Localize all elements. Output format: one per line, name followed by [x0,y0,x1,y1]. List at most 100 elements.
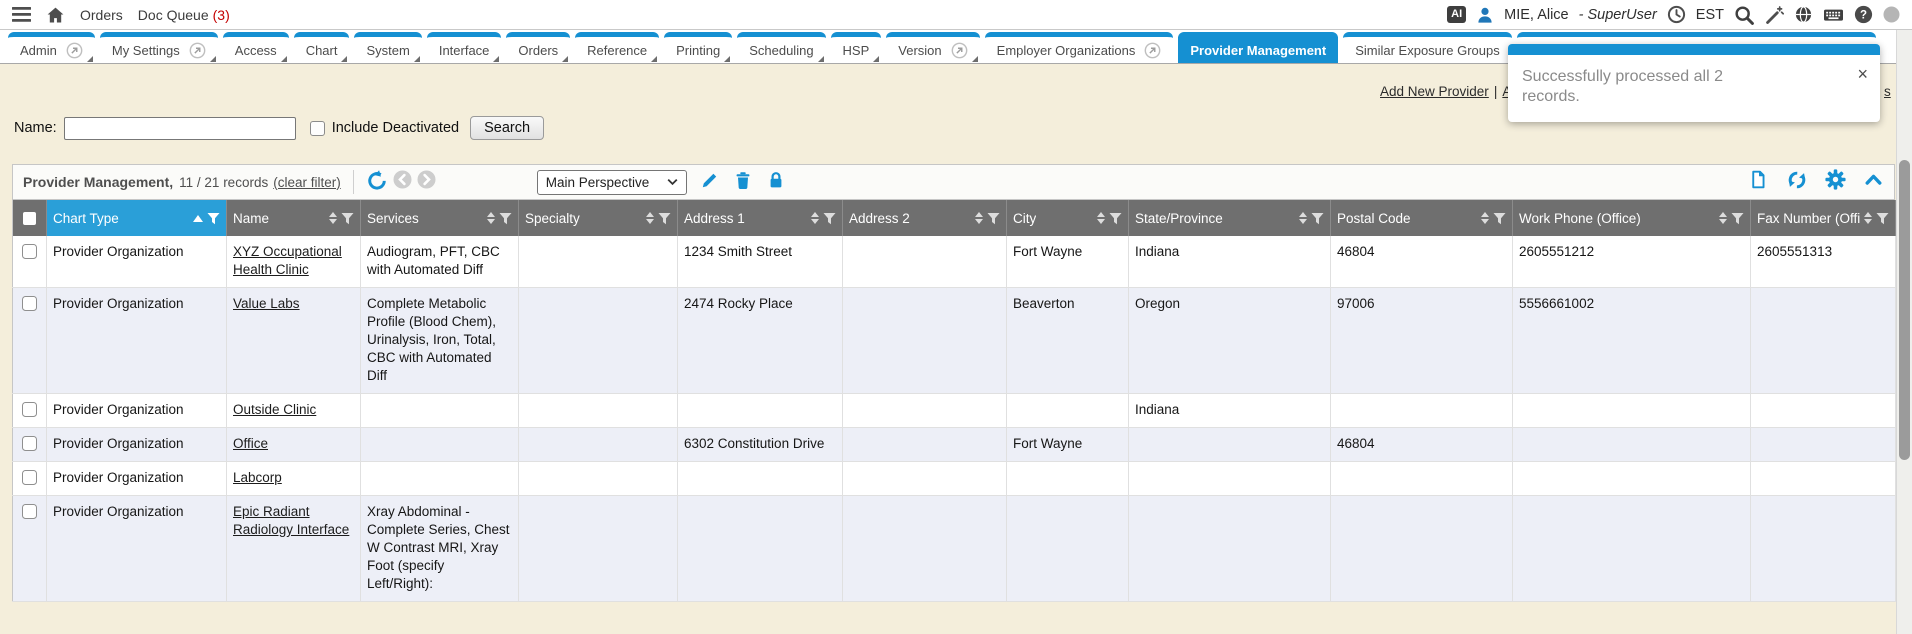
row-checkbox[interactable] [22,296,37,311]
orders-link[interactable]: Orders [80,7,123,23]
row-checkbox[interactable] [22,504,37,519]
help-icon[interactable]: ? [1854,5,1873,24]
provider-name-link[interactable]: Office [233,436,268,451]
next-icon[interactable] [417,170,436,194]
user-name[interactable]: MIE, Alice [1504,7,1568,23]
cell-chart_type: Provider Organization [47,236,227,288]
tab-interface[interactable]: Interface [427,32,502,63]
cell-services [361,394,519,428]
tab-admin[interactable]: Admin [8,32,95,63]
tab-employer-organizations[interactable]: Employer Organizations [985,32,1174,63]
include-deactivated-checkbox[interactable] [310,121,325,136]
name-input[interactable] [64,117,296,140]
tab-printing[interactable]: Printing [664,32,732,63]
search-icon[interactable] [1734,5,1754,25]
add-new-provider-link[interactable]: Add New Provider [1380,84,1489,99]
column-header-checkbox[interactable] [13,200,47,236]
trash-icon[interactable] [733,170,753,195]
column-header-chart_type[interactable]: Chart Type [47,200,227,236]
column-header-state[interactable]: State/Province [1129,200,1331,236]
tab-label: System [366,43,409,58]
new-document-icon[interactable] [1748,169,1769,195]
tab-scheduling[interactable]: Scheduling [737,32,825,63]
row-checkbox[interactable] [22,436,37,451]
cell-city: Fort Wayne [1007,236,1129,288]
clear-filter-link[interactable]: (clear filter) [273,175,341,190]
table-row: Provider OrganizationOffice6302 Constitu… [13,428,1896,462]
column-header-address1[interactable]: Address 1 [678,200,843,236]
select-all-checkbox[interactable] [23,212,36,225]
tab-corner-indicator [493,56,499,62]
doc-queue-link[interactable]: Doc Queue(3) [138,7,230,23]
row-checkbox[interactable] [22,244,37,259]
column-header-work_phone[interactable]: Work Phone (Office) [1513,200,1751,236]
keyboard-icon[interactable] [1823,6,1844,24]
hamburger-menu-icon[interactable] [12,6,31,23]
row-checkbox[interactable] [22,402,37,417]
collapse-chevron-icon[interactable] [1863,169,1884,195]
row-checkbox[interactable] [22,470,37,485]
provider-name-link[interactable]: Epic Radiant Radiology Interface [233,504,349,537]
tab-reference[interactable]: Reference [575,32,659,63]
home-icon[interactable] [46,6,65,24]
close-icon[interactable]: × [1857,67,1868,81]
cell-address2 [843,462,1007,496]
gear-icon[interactable] [1825,169,1846,195]
tab-chart[interactable]: Chart [294,32,350,63]
column-label: Address 1 [684,211,745,226]
tab-corner-indicator [281,56,287,62]
column-header-fax[interactable]: Fax Number (Office) [1751,200,1896,236]
tab-my-settings[interactable]: My Settings [100,32,218,63]
lock-icon[interactable] [766,170,786,195]
column-header-name[interactable]: Name [227,200,361,236]
vertical-scrollbar[interactable] [1896,30,1912,634]
toast-notification: Successfully processed all 2 records. × [1508,44,1880,122]
perspective-select[interactable]: Main Perspective [537,170,687,195]
partial-link-end[interactable]: s [1884,84,1891,99]
prev-icon[interactable] [393,170,412,194]
column-header-specialty[interactable]: Specialty [519,200,678,236]
column-label: Services [367,211,419,226]
column-label: Postal Code [1337,211,1411,226]
cell-state: Oregon [1129,288,1331,394]
tab-version[interactable]: Version [886,32,979,63]
provider-name-link[interactable]: Value Labs [233,296,300,311]
column-label: Work Phone (Office) [1519,211,1641,226]
tab-provider-management[interactable]: Provider Management [1178,32,1338,63]
edit-pencil-icon[interactable] [700,170,720,195]
filter-funnel-icon [1493,212,1506,225]
column-header-postal[interactable]: Postal Code [1331,200,1513,236]
provider-name-link[interactable]: Outside Clinic [233,402,316,417]
column-header-services[interactable]: Services [361,200,519,236]
cell-checkbox [13,288,47,394]
cell-postal [1331,496,1513,602]
column-header-address2[interactable]: Address 2 [843,200,1007,236]
filter-funnel-icon [823,212,836,225]
ai-badge[interactable]: AI [1447,6,1466,23]
sort-both-icon [1864,212,1872,224]
filter-funnel-icon [1731,212,1744,225]
wand-icon[interactable] [1764,5,1784,25]
tab-label: Provider Management [1190,43,1326,58]
tab-system[interactable]: System [354,32,421,63]
column-header-city[interactable]: City [1007,200,1129,236]
provider-name-link[interactable]: XYZ Occupational Health Clinic [233,244,342,277]
cell-fax [1751,288,1896,394]
search-button[interactable]: Search [470,116,544,140]
doc-queue-count: (3) [213,7,230,23]
provider-name-link[interactable]: Labcorp [233,470,282,485]
external-link-icon [66,42,83,59]
refresh-icon[interactable] [1786,169,1808,196]
cell-checkbox [13,394,47,428]
undo-icon[interactable] [366,169,388,196]
tab-hsp[interactable]: HSP [831,32,882,63]
doc-queue-label: Doc Queue [138,7,209,23]
cell-city [1007,496,1129,602]
tab-orders[interactable]: Orders [506,32,570,63]
globe-icon[interactable] [1794,5,1813,24]
tab-access[interactable]: Access [223,32,289,63]
tab-similar-exposure-groups[interactable]: Similar Exposure Groups [1343,32,1512,63]
scrollbar-thumb[interactable] [1899,160,1910,460]
links-visible-left: Add New Provider|A [1380,84,1511,99]
cell-state [1129,462,1331,496]
